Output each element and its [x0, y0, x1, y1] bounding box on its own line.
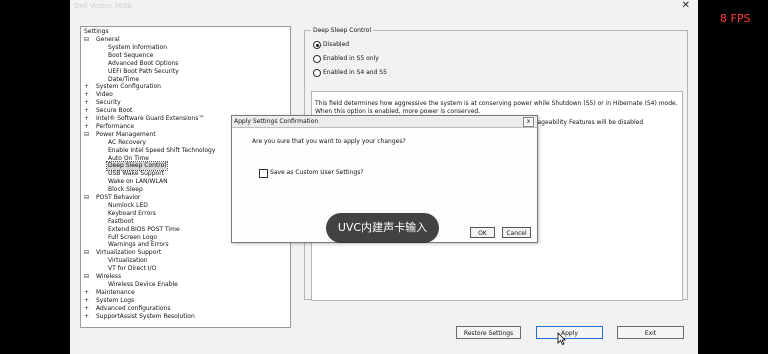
tree-item[interactable]: + Security — [81, 99, 290, 107]
tree-item[interactable]: Virtualization — [81, 257, 290, 265]
tree-item-label: System Logs — [96, 296, 135, 304]
tree-item-label: UEFI Boot Path Security — [108, 67, 179, 75]
expand-icon[interactable]: + — [84, 83, 89, 91]
tree-item-label: Video — [96, 91, 113, 99]
dialog-title: Apply Settings Confirmation — [234, 118, 319, 125]
expand-icon[interactable]: + — [84, 313, 89, 321]
tree-item-label: Block Sleep — [108, 186, 143, 194]
expand-icon[interactable]: + — [84, 99, 89, 107]
tree-item[interactable]: VT for Direct I/O — [81, 265, 290, 273]
expand-icon[interactable]: + — [84, 123, 89, 131]
tree-item-label: Auto On Time — [108, 154, 149, 162]
expand-icon[interactable]: + — [84, 289, 89, 297]
tree-item-label: Numlock LED — [108, 201, 148, 209]
audio-input-toast: UVC内建声卡输入 — [326, 213, 439, 243]
expand-icon[interactable]: + — [84, 297, 89, 305]
tree-item[interactable]: Date/Time — [81, 76, 290, 84]
window-title: Dell Vostro 3690 — [74, 2, 132, 10]
tree-item-label: Enable Intel Speed Shift Technology — [108, 146, 216, 154]
tree-item-label: Secure Boot — [96, 107, 133, 115]
tree-item-label: Wake on LAN/WLAN — [108, 178, 168, 186]
collapse-icon[interactable]: ⊟ — [84, 249, 89, 257]
description-text: This field determines how aggressive the… — [315, 100, 678, 115]
radio-label: Enabled in S5 only — [323, 55, 379, 62]
tree-item[interactable]: Boot Sequence — [81, 52, 290, 60]
tree-item-label: Security — [96, 99, 121, 107]
tree-item-label: Boot Sequence — [108, 51, 154, 59]
dialog-ok-button[interactable]: OK — [470, 227, 495, 238]
tree-item[interactable]: + System Logs — [81, 297, 290, 305]
tree-item-label: VT for Direct I/O — [108, 265, 157, 273]
tree-item-label: Warnings and Errors — [108, 241, 169, 249]
tree-item[interactable]: + Advanced configurations — [81, 305, 290, 313]
tree-item-label: Extend BIOS POST Time — [108, 225, 180, 233]
tree-item-label: System Configuration — [96, 83, 161, 91]
tree-item-label: Performance — [96, 122, 135, 130]
collapse-icon[interactable]: ⊟ — [84, 36, 89, 44]
expand-icon[interactable]: + — [84, 305, 89, 313]
tree-item-label: Virtualization Support — [96, 249, 162, 257]
tree-item[interactable]: + Maintenance — [81, 289, 290, 297]
tree-item-label: Advanced configurations — [96, 304, 171, 312]
radio-button[interactable] — [313, 41, 321, 49]
tree-item-label: General — [96, 36, 120, 43]
close-icon[interactable]: ✕ — [682, 0, 690, 12]
group-title: Deep Sleep Control — [311, 27, 373, 34]
tree-item[interactable]: + SupportAssist System Resolution — [81, 313, 290, 321]
dialog-title-bar: Apply Settings Confirmation x — [232, 116, 537, 128]
dialog-question: Are you sure that you want to apply your… — [252, 138, 406, 145]
tree-item[interactable]: System Information — [81, 44, 290, 52]
title-bar: Dell Vostro 3690 ✕ — [70, 0, 698, 14]
save-custom-settings-label: Save as Custom User Settings? — [270, 169, 364, 176]
tree-item-label: Virtualization — [108, 257, 148, 265]
tree-item-label: Full Screen Logo — [108, 233, 158, 241]
tree-item-label: Wireless Device Enable — [108, 280, 178, 288]
tree-item-label: Keyboard Errors — [108, 209, 156, 217]
expand-icon[interactable]: + — [84, 91, 89, 99]
tree-item-label: Advanced Boot Options — [108, 59, 179, 67]
mouse-pointer-icon — [557, 332, 566, 345]
fps-counter: 8 FPS — [720, 12, 751, 25]
tree-item-label: USB Wake Support — [108, 170, 165, 178]
tree-item-label: SupportAssist System Resolution — [96, 312, 195, 320]
radio-label: Enabled in S4 and S5 — [323, 69, 387, 76]
tree-item-label: Deep Sleep Control — [106, 161, 168, 172]
tree-item[interactable]: + System Configuration — [81, 83, 290, 91]
tree-item-label: Fastboot — [108, 217, 134, 225]
tree-item[interactable]: + Video — [81, 91, 290, 99]
tree-item-label: Power Management — [96, 130, 156, 138]
tree-item[interactable]: ⊟ Virtualization Support — [81, 249, 290, 257]
tree-item[interactable]: ⊟ Wireless — [81, 273, 290, 281]
collapse-icon[interactable]: ⊟ — [84, 194, 89, 202]
apply-button[interactable]: Apply — [536, 326, 603, 339]
dialog-cancel-button[interactable]: Cancel — [502, 227, 531, 238]
tree-item-label: Maintenance — [96, 288, 135, 296]
dialog-close-icon[interactable]: x — [523, 117, 534, 127]
collapse-icon[interactable]: ⊟ — [84, 273, 89, 281]
radio-label: Disabled — [323, 41, 350, 48]
expand-icon[interactable]: + — [84, 107, 89, 115]
expand-icon[interactable]: + — [84, 115, 89, 123]
tree-item[interactable]: Advanced Boot Options — [81, 60, 290, 68]
tree-item[interactable]: ⊟ General — [81, 36, 290, 44]
tree-item-label: POST Behavior — [96, 194, 141, 201]
save-custom-settings-checkbox[interactable] — [259, 169, 268, 178]
tree-item-label: Intel® Software Guard Extensions™ — [96, 115, 205, 122]
collapse-icon[interactable]: ⊟ — [84, 131, 89, 139]
tree-item-label: Date/Time — [108, 75, 140, 83]
radio-selected-dot — [315, 43, 319, 47]
description-fragment: anageability Features will be disabled — [530, 119, 644, 126]
tree-item[interactable]: + Secure Boot — [81, 107, 290, 115]
tree-item-label: AC Recovery — [108, 138, 146, 146]
tree-item-label: Wireless — [96, 273, 122, 280]
tree-item[interactable]: UEFI Boot Path Security — [81, 68, 290, 76]
exit-button[interactable]: Exit — [617, 326, 684, 339]
restore-settings-button[interactable]: Restore Settings — [456, 326, 521, 339]
radio-button[interactable] — [313, 69, 321, 77]
tree-item-label: System Information — [108, 43, 168, 51]
tree-item[interactable]: Wireless Device Enable — [81, 281, 290, 289]
radio-button[interactable] — [313, 55, 321, 63]
settings-tree-title: Settings — [84, 28, 109, 35]
